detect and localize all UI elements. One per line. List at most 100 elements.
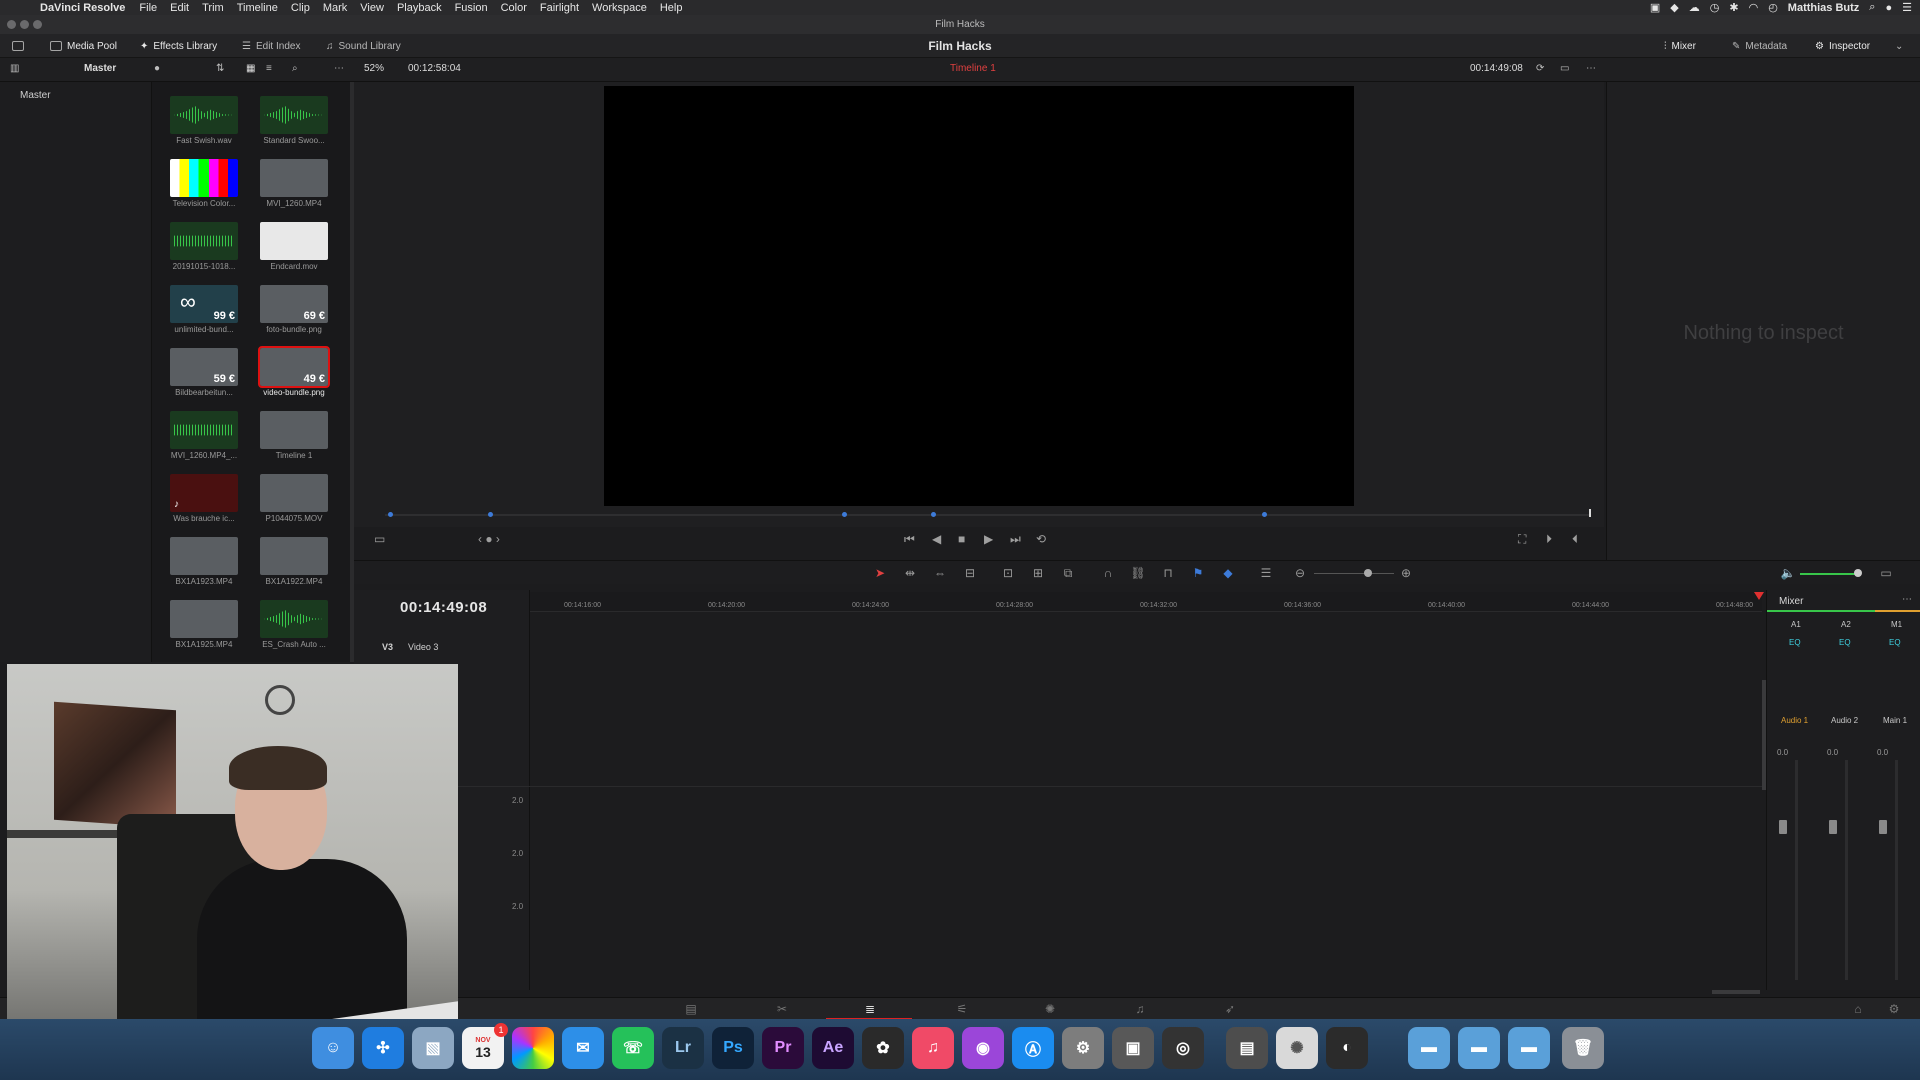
folder-icon[interactable]: ▬ — [1408, 1027, 1450, 1069]
menu-trim[interactable]: Trim — [202, 2, 224, 14]
clip[interactable]: Television Color... — [166, 159, 242, 208]
metadata-button[interactable]: ✎ Metadata — [1732, 38, 1787, 54]
next-edit-icon[interactable]: ⏵ — [1546, 532, 1552, 547]
trash-icon[interactable]: 🗑 — [1562, 1027, 1604, 1069]
wifi-icon[interactable]: ◠ — [1749, 1, 1759, 14]
viewer-mode-icon[interactable]: ▭ — [1560, 63, 1569, 74]
marker-icon[interactable]: ◆ — [1220, 566, 1236, 580]
volume-slider-handle[interactable] — [1854, 569, 1862, 577]
settings-gear-icon[interactable]: ⚙ — [1886, 1002, 1902, 1016]
system-preferences-icon[interactable]: ⚙ — [1062, 1027, 1104, 1069]
selection-tool-icon[interactable]: ➤ — [872, 566, 888, 580]
folder-icon[interactable]: ▬ — [1508, 1027, 1550, 1069]
expand-icon[interactable]: ⌄ — [1895, 38, 1903, 54]
sort-icon[interactable]: ⇅ — [216, 63, 224, 74]
blade-tool-icon[interactable]: ⊟ — [962, 566, 978, 580]
eq-button[interactable]: EQ — [1789, 638, 1801, 647]
flag-icon[interactable]: ⚑ — [1190, 566, 1206, 580]
clip[interactable]: BX1A1922.MP4 — [256, 537, 332, 586]
playhead-icon[interactable] — [1754, 592, 1764, 600]
podcasts-icon[interactable]: ◉ — [962, 1027, 1004, 1069]
timeline-viewer[interactable] — [604, 86, 1354, 506]
color-page-icon[interactable]: ✺ — [1042, 1002, 1058, 1016]
volume-icon[interactable]: 🔈 — [1780, 566, 1796, 580]
menu-fairlight[interactable]: Fairlight — [540, 2, 579, 14]
stop-icon[interactable]: ■ — [958, 532, 965, 546]
time-machine-icon[interactable]: ◷ — [1710, 1, 1720, 14]
volume-slider[interactable] — [1800, 573, 1856, 575]
timeline-selector[interactable]: Timeline 1 — [950, 63, 996, 74]
clip[interactable]: 69 € foto-bundle.png — [256, 285, 332, 334]
menu-app-name[interactable]: DaVinci Resolve — [40, 2, 125, 14]
camera-icon[interactable]: ◎ — [1162, 1027, 1204, 1069]
effects-library-button[interactable]: ✦ Effects Library — [140, 38, 217, 54]
menu-workspace[interactable]: Workspace — [592, 2, 647, 14]
siri-icon[interactable]: ● — [1885, 2, 1892, 14]
zoom-slider-handle[interactable] — [1364, 569, 1372, 577]
sound-library-button[interactable]: ♫ Sound Library — [326, 38, 401, 54]
zoom-slider[interactable] — [1314, 573, 1394, 574]
premiere-icon[interactable]: Pr — [762, 1027, 804, 1069]
grid-view-icon[interactable]: ▦ — [246, 63, 255, 74]
sidebar-toggle-icon[interactable]: ▥ — [10, 63, 19, 74]
track-name[interactable]: Video 3 — [408, 642, 438, 652]
clip[interactable]: Endcard.mov — [256, 222, 332, 271]
more-options-icon[interactable]: ⋯ — [334, 63, 344, 74]
home-icon[interactable]: ⌂ — [1850, 1002, 1866, 1016]
list-view-icon[interactable]: ≡ — [266, 63, 272, 74]
image-capture-icon[interactable]: ▣ — [1112, 1027, 1154, 1069]
menu-playback[interactable]: Playback — [397, 2, 442, 14]
clip[interactable]: 20191015-1018... — [166, 222, 242, 271]
bin-master[interactable]: Master — [0, 82, 151, 101]
play-reverse-icon[interactable]: ◀ — [932, 532, 941, 546]
photoshop-icon[interactable]: Ps — [712, 1027, 754, 1069]
eq-button[interactable]: EQ — [1889, 638, 1901, 647]
clip[interactable]: BX1A1925.MP4 — [166, 600, 242, 649]
photos-icon[interactable] — [512, 1027, 554, 1069]
close-window-icon[interactable] — [7, 20, 16, 29]
cut-page-icon[interactable]: ✂ — [774, 1002, 790, 1016]
dynamic-trim-icon[interactable]: ⇔ — [932, 566, 948, 580]
clip[interactable]: MVI_1260.MP4 — [256, 159, 332, 208]
spotlight-icon[interactable]: ⌕ — [1869, 1, 1875, 14]
timeline-tracks[interactable] — [530, 612, 1762, 992]
folder-icon[interactable]: ▬ — [1458, 1027, 1500, 1069]
panel-toggle-icon[interactable] — [12, 38, 24, 54]
loop-icon[interactable]: ⟲ — [1036, 532, 1046, 546]
previous-edit-icon[interactable]: ⏴ — [1572, 532, 1578, 547]
menu-help[interactable]: Help — [660, 2, 683, 14]
zoom-level[interactable]: 52% — [364, 63, 384, 74]
go-to-end-icon[interactable]: ⏭ — [1010, 532, 1021, 547]
menu-fusion[interactable]: Fusion — [455, 2, 488, 14]
clip[interactable]: Timeline 1 — [256, 411, 332, 460]
deliver-page-icon[interactable]: ➶ — [1222, 1002, 1238, 1016]
zoom-out-icon[interactable]: ⊖ — [1292, 566, 1308, 580]
media-pool-button[interactable]: Media Pool — [50, 38, 117, 54]
timeline-view-icon[interactable]: ☰ — [1258, 566, 1274, 580]
timeline-h-scrollbar[interactable] — [1712, 990, 1760, 994]
davinci-resolve-icon[interactable]: ✿ — [862, 1027, 904, 1069]
clip[interactable]: P1044075.MOV — [256, 474, 332, 523]
timeline-ruler[interactable]: 00:14:16:00 00:14:20:00 00:14:24:00 00:1… — [530, 592, 1764, 612]
sync-icon[interactable]: ⟳ — [1536, 63, 1544, 74]
link-icon[interactable]: ⛓ — [1130, 566, 1146, 580]
jog-icon[interactable]: ‹ ● › — [478, 532, 500, 546]
screen-record-icon[interactable]: ▣ — [1650, 1, 1660, 14]
preview-icon[interactable]: ▧ — [412, 1027, 454, 1069]
menu-edit[interactable]: Edit — [170, 2, 189, 14]
eq-button[interactable]: EQ — [1839, 638, 1851, 647]
replace-clip-icon[interactable]: ⧉ — [1060, 566, 1076, 580]
whatsapp-icon[interactable]: ☏ — [612, 1027, 654, 1069]
menu-view[interactable]: View — [360, 2, 384, 14]
search-icon[interactable]: ⌕ — [292, 63, 298, 74]
channel-fader[interactable] — [1879, 820, 1887, 834]
mixer-button[interactable]: ⫶ Mixer — [1664, 38, 1696, 54]
insert-clip-icon[interactable]: ⊡ — [1000, 566, 1016, 580]
viewer-scrubber[interactable] — [385, 509, 1591, 517]
overwrite-clip-icon[interactable]: ⊞ — [1030, 566, 1046, 580]
channel-fader[interactable] — [1829, 820, 1837, 834]
channel-fader[interactable] — [1779, 820, 1787, 834]
lock-icon[interactable]: ⊓ — [1160, 566, 1176, 580]
screenshot-icon[interactable]: ▤ — [1226, 1027, 1268, 1069]
compressor-icon[interactable]: ◐ — [1326, 1027, 1368, 1069]
